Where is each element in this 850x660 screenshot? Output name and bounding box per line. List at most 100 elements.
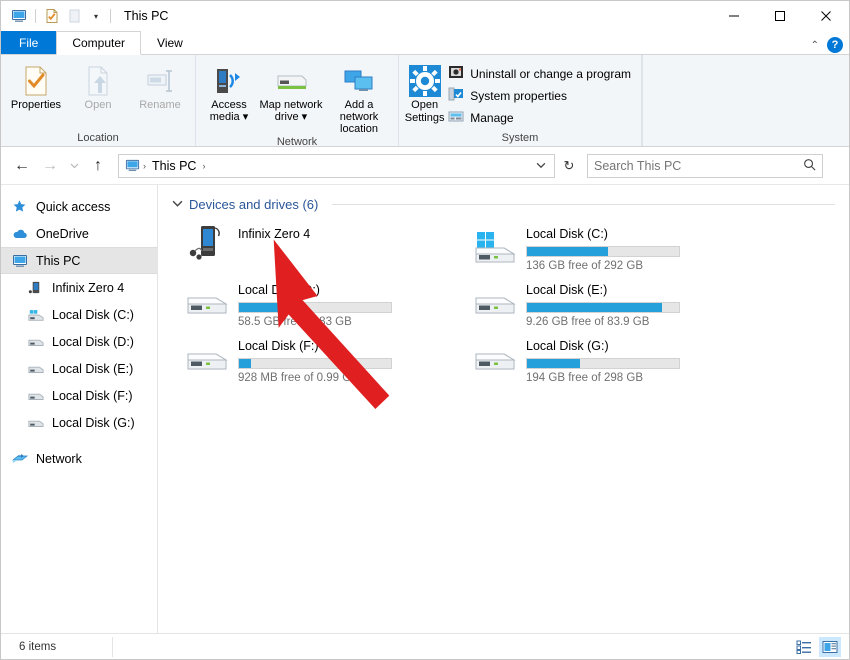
sidebar-item-onedrive[interactable]: OneDrive [1,220,157,247]
rename-button[interactable]: Rename [129,60,191,111]
sidebar-label: Local Disk (D:) [52,334,134,349]
drive-icon [27,414,44,431]
window-controls [711,1,849,31]
up-button[interactable]: ↑ [85,153,111,179]
sidebar-item-network[interactable]: Network [1,445,157,472]
tile-info: Local Disk (C:) 136 GB free of 292 GB [526,222,706,272]
help-icon[interactable]: ? [827,37,843,53]
sidebar-item-local-disk-e[interactable]: Local Disk (E:) [1,355,157,382]
ribbon-group-system: Open Settings Uninstall or change a prog… [399,55,642,146]
properties-large-icon [21,64,51,98]
large-icons-view-icon[interactable] [819,636,841,657]
tile-local-disk-e[interactable]: Local Disk (E:) 9.26 GB free of 83.9 GB [470,274,708,330]
drive-icon [472,278,518,324]
tile-name: Local Disk (C:) [526,227,608,241]
sidebar-item-local-disk-f[interactable]: Local Disk (F:) [1,382,157,409]
search-box[interactable] [587,153,823,178]
capacity-bar [238,358,392,369]
ribbon: Properties Open Rename Location Access m… [1,55,849,148]
group-header-label: Devices and drives (6) [189,197,319,212]
uninstall-program-button[interactable]: Uninstall or change a program [446,63,637,84]
breadcrumb[interactable]: › This PC › [118,153,555,178]
breadcrumb-separator-2[interactable]: › [200,161,207,171]
ribbon-group-network: Access media ▾ Map network drive ▾ Add a… [196,55,399,148]
this-pc-icon[interactable] [9,6,29,26]
tile-infinix-zero-4[interactable]: Infinix Zero 4 [182,218,420,274]
properties-button-label: Properties [10,99,62,111]
tile-name: Local Disk (G:) [526,339,609,353]
back-button[interactable]: ← [9,153,35,179]
status-separator [112,637,113,657]
close-button[interactable] [803,1,849,31]
title-bar: ▾ This PC [1,1,849,31]
capacity-bar [526,358,680,369]
tile-local-disk-d[interactable]: Local Disk (D:) 58.5 GB free of 83 GB [182,274,420,330]
search-icon[interactable] [803,158,816,174]
sidebar-item-local-disk-c[interactable]: Local Disk (C:) [1,301,157,328]
collapse-ribbon-button[interactable]: ⌃ [811,40,819,51]
drive-icon [184,278,230,324]
view-toggle-buttons [793,636,841,657]
tile-local-disk-g[interactable]: Local Disk (G:) 194 GB free of 298 GB [470,330,708,386]
file-list-pane[interactable]: Devices and drives (6) Infinix Zero 4 Lo… [158,185,849,633]
ribbon-empty-area [642,55,849,146]
map-network-drive-label: Map network drive ▾ [259,99,323,123]
refresh-button[interactable]: ↻ [557,154,581,178]
sidebar-item-quick-access[interactable]: Quick access [1,193,157,220]
map-network-drive-button[interactable]: Map network drive ▾ [258,60,324,123]
capacity-bar-fill [527,359,581,368]
open-settings-button[interactable]: Open Settings [403,60,446,125]
file-explorer-window: ▾ This PC File Computer View ⌃ ? Propert… [0,0,850,660]
rename-large-icon [144,64,176,98]
ribbon-group-network-title: Network [276,136,318,148]
sidebar-item-infinix-zero-4[interactable]: Infinix Zero 4 [1,274,157,301]
manage-button[interactable]: Manage [446,107,637,128]
properties-icon[interactable] [42,6,62,26]
forward-button[interactable]: → [37,153,63,179]
gear-icon [408,64,442,98]
tab-computer[interactable]: Computer [56,31,142,55]
drive-icon [27,333,44,350]
system-properties-label: System properties [470,88,567,103]
minimize-button[interactable] [711,1,757,31]
tile-free-space: 928 MB free of 0.99 GB [238,372,359,384]
tile-free-space: 9.26 GB free of 83.9 GB [526,316,650,328]
window-title: This PC [124,9,169,23]
qat-separator-2 [110,9,111,23]
drive-icon [184,334,230,380]
open-button[interactable]: Open [67,60,129,111]
uninstall-program-label: Uninstall or change a program [470,66,631,81]
tile-local-disk-c[interactable]: Local Disk (C:) 136 GB free of 292 GB [470,218,708,274]
breadcrumb-path[interactable]: This PC [148,159,200,173]
open-large-icon [83,64,113,98]
recent-locations-button[interactable] [65,153,83,179]
ribbon-controls: ⌃ ? [811,37,843,53]
sidebar-item-local-disk-g[interactable]: Local Disk (G:) [1,409,157,436]
tile-name: Local Disk (D:) [238,283,320,297]
sidebar-item-local-disk-d[interactable]: Local Disk (D:) [1,328,157,355]
map-network-drive-icon [274,64,308,98]
details-view-icon[interactable] [793,637,815,657]
maximize-button[interactable] [757,1,803,31]
add-network-location-label: Add a network location [339,99,379,135]
tile-info: Local Disk (F:) 928 MB free of 0.99 GB [238,334,418,384]
capacity-bar [526,246,680,257]
new-folder-icon[interactable] [65,6,85,26]
access-media-button[interactable]: Access media ▾ [200,60,258,123]
add-network-location-button[interactable]: Add a network location [324,60,394,135]
item-count-label: 6 items [19,640,57,653]
tile-local-disk-f[interactable]: Local Disk (F:) 928 MB free of 0.99 GB [182,330,420,386]
breadcrumb-dropdown-icon[interactable] [536,160,550,172]
properties-button[interactable]: Properties [5,60,67,111]
customize-qat-button[interactable]: ▾ [88,7,104,25]
capacity-bar-fill [239,359,252,368]
devices-and-drives-header[interactable]: Devices and drives (6) [172,197,849,212]
tab-view[interactable]: View [141,31,199,55]
drive-icon [472,334,518,380]
system-properties-button[interactable]: System properties [446,85,637,106]
tab-file[interactable]: File [1,31,57,55]
chevron-down-icon[interactable] [172,198,183,212]
sidebar-item-this-pc[interactable]: This PC [1,247,157,274]
search-input[interactable] [594,158,803,173]
sidebar-label: Quick access [36,199,111,214]
